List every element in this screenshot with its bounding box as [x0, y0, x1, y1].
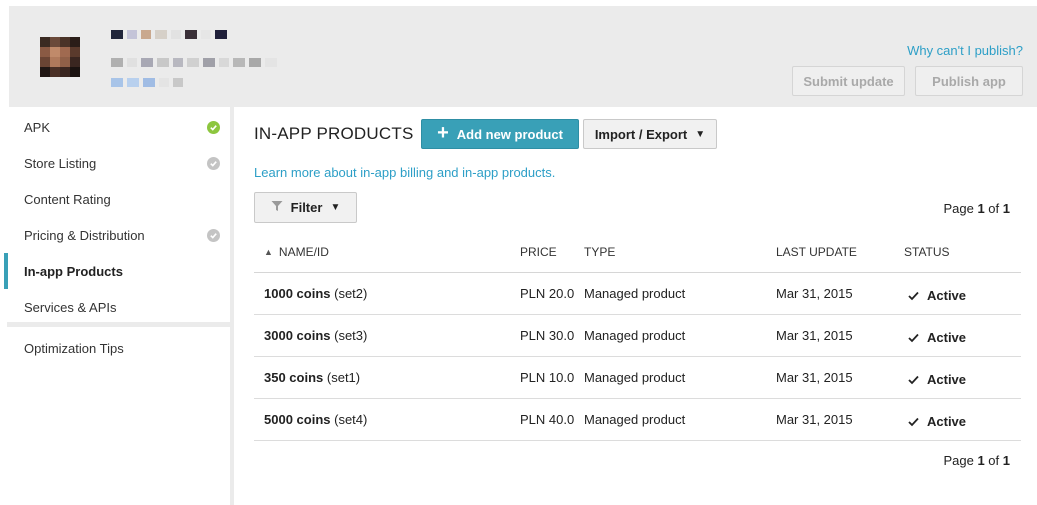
product-type: Managed product [584, 286, 686, 301]
table-row[interactable]: 1000 coins (set2) PLN 20.0 Managed produ… [254, 273, 1021, 315]
filter-icon [271, 200, 283, 215]
filter-button[interactable]: Filter ▼ [254, 192, 357, 223]
pagination-bottom: Page 1 of 1 [943, 453, 1010, 468]
main-divider [230, 107, 234, 505]
page-title: IN-APP PRODUCTS [254, 124, 414, 143]
sidebar-item-label: Content Rating [24, 191, 111, 207]
product-last-update: Mar 31, 2015 [776, 286, 853, 301]
sidebar-item-services-apis[interactable]: Services & APIs [7, 289, 230, 325]
product-price: PLN 30.0 [520, 328, 575, 343]
product-name-id: 350 coins (set1) [264, 370, 361, 385]
pagination-top: Page 1 of 1 [943, 201, 1010, 216]
sidebar-item-store-listing[interactable]: Store Listing [7, 145, 230, 181]
import-export-button[interactable]: Import / Export ▼ [583, 119, 717, 149]
product-name-id: 5000 coins (set4) [264, 412, 368, 427]
caret-down-icon: ▼ [330, 202, 341, 213]
table-row[interactable]: 350 coins (set1) PLN 10.0 Managed produc… [254, 357, 1021, 399]
sidebar-item-label: Services & APIs [24, 299, 117, 315]
add-new-product-label: Add new product [456, 126, 563, 142]
check-complete-icon [207, 121, 220, 134]
why-cant-publish-link[interactable]: Why can't I publish? [907, 43, 1023, 58]
product-status: Active [908, 330, 966, 345]
app-status-redacted [111, 78, 183, 87]
checkmark-icon [908, 417, 919, 426]
check-incomplete-icon [207, 157, 220, 170]
product-type: Managed product [584, 328, 686, 343]
publish-app-button[interactable]: Publish app [915, 66, 1023, 96]
sidebar-item-optimization-tips[interactable]: Optimization Tips [7, 330, 230, 366]
import-export-label: Import / Export [594, 126, 688, 142]
sidebar-item-in-app-products[interactable]: In-app Products [4, 253, 230, 289]
product-type: Managed product [584, 412, 686, 427]
sidebar-item-label: In-app Products [24, 263, 123, 279]
column-status[interactable]: STATUS [904, 245, 950, 259]
product-last-update: Mar 31, 2015 [776, 412, 853, 427]
product-price: PLN 20.0 [520, 286, 575, 301]
checkmark-icon [908, 291, 919, 300]
sidebar-item-content-rating[interactable]: Content Rating [7, 181, 230, 217]
product-last-update: Mar 31, 2015 [776, 370, 853, 385]
sidebar-item-label: Pricing & Distribution [24, 227, 145, 243]
product-status: Active [908, 414, 966, 429]
checkmark-icon [908, 375, 919, 384]
sidebar-item-label: Store Listing [24, 155, 97, 171]
checkmark-icon [908, 333, 919, 342]
product-last-update: Mar 31, 2015 [776, 328, 853, 343]
sidebar-divider [7, 322, 230, 327]
sidebar-item-label: APK [24, 119, 51, 135]
sidebar-item-label: Optimization Tips [24, 340, 124, 356]
table-row[interactable]: 5000 coins (set4) PLN 40.0 Managed produ… [254, 399, 1021, 441]
product-status: Active [908, 372, 966, 387]
sidebar-item-pricing-distribution[interactable]: Pricing & Distribution [7, 217, 230, 253]
table-header: ▲ NAME/ID PRICE TYPE LAST UPDATE STATUS [254, 245, 1021, 273]
product-price: PLN 40.0 [520, 412, 575, 427]
sidebar-item-apk[interactable]: APK [7, 109, 230, 145]
app-icon [40, 37, 80, 77]
column-price[interactable]: PRICE [520, 245, 557, 259]
add-new-product-button[interactable]: + Add new product [421, 119, 579, 149]
table-row[interactable]: 3000 coins (set3) PLN 30.0 Managed produ… [254, 315, 1021, 357]
column-name-id[interactable]: ▲ NAME/ID [264, 245, 329, 259]
product-price: PLN 10.0 [520, 370, 575, 385]
column-type[interactable]: TYPE [584, 245, 615, 259]
sort-ascending-icon: ▲ [264, 247, 273, 257]
product-type: Managed product [584, 370, 686, 385]
column-last-update[interactable]: LAST UPDATE [776, 245, 857, 259]
app-package-redacted [111, 58, 277, 67]
check-incomplete-icon [207, 229, 220, 242]
filter-label: Filter [290, 200, 323, 215]
learn-more-link[interactable]: Learn more about in-app billing and in-a… [254, 165, 555, 180]
plus-icon: + [437, 122, 449, 144]
product-name-id: 1000 coins (set2) [264, 286, 368, 301]
caret-down-icon: ▼ [695, 128, 706, 140]
app-name-redacted [111, 30, 227, 39]
product-status: Active [908, 288, 966, 303]
product-name-id: 3000 coins (set3) [264, 328, 368, 343]
app-header: Why can't I publish? Submit update Publi… [9, 6, 1037, 107]
submit-update-button[interactable]: Submit update [792, 66, 905, 96]
